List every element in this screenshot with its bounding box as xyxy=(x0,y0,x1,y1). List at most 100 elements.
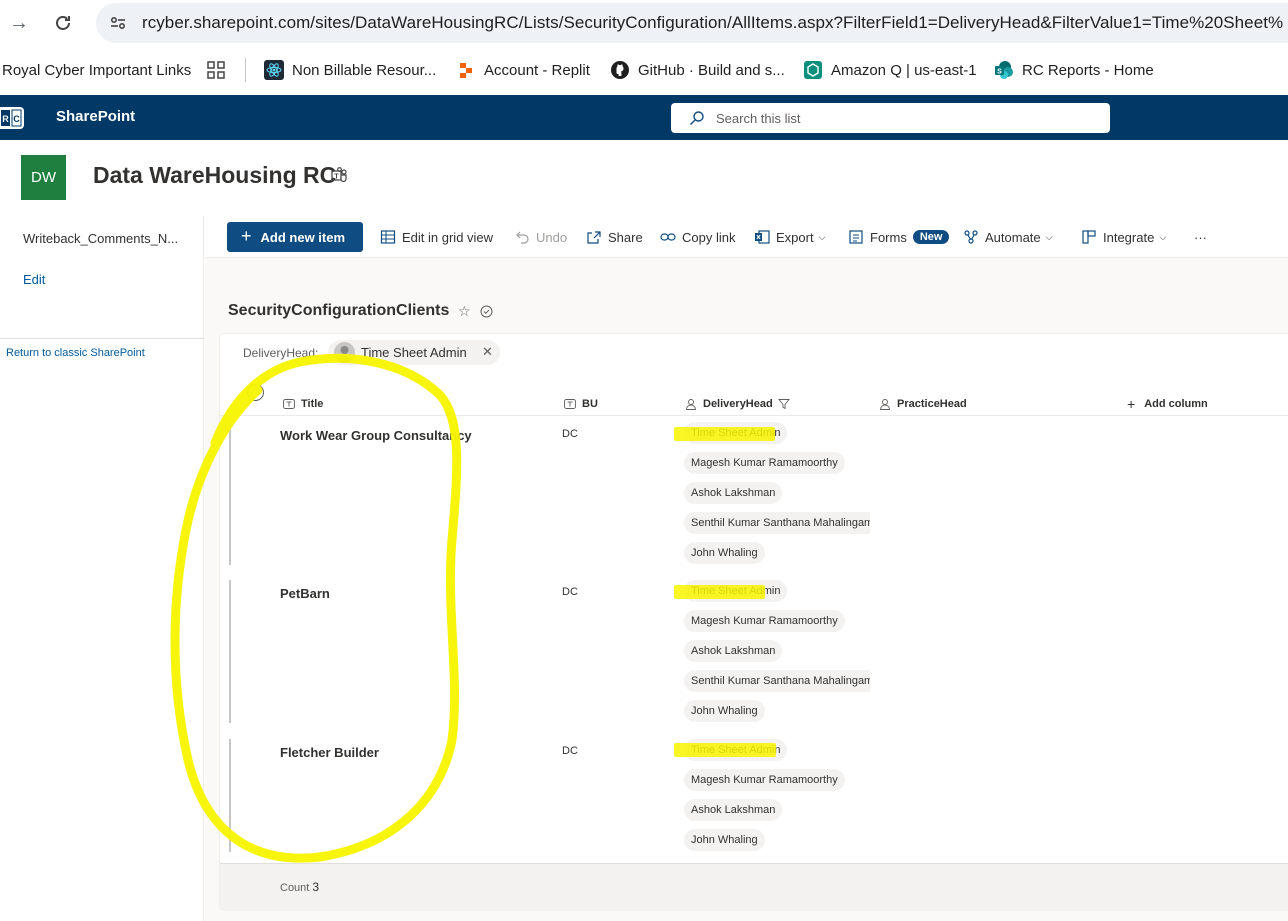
add-new-item-button[interactable]: + Add new item xyxy=(227,222,363,252)
url-text: rcyber.sharepoint.com/sites/DataWareHous… xyxy=(142,13,1284,32)
bookmark-non-billable[interactable]: Non Billable Resour... xyxy=(264,59,436,81)
text-field-icon xyxy=(564,399,576,409)
undo-button[interactable]: Undo xyxy=(514,228,567,246)
search-input[interactable]: Search this list xyxy=(716,111,801,126)
column-header-bu[interactable]: BU xyxy=(564,394,598,414)
select-all-checkbox[interactable] xyxy=(247,384,264,401)
column-header-deliveryhead[interactable]: DeliveryHead xyxy=(685,394,790,414)
amazon-q-icon xyxy=(803,60,823,80)
row-indicator xyxy=(229,739,231,852)
command-bar: + Add new item Edit in grid view Undo Sh… xyxy=(205,216,1288,258)
app-name[interactable]: SharePoint xyxy=(56,108,135,125)
svg-text:S: S xyxy=(997,69,1002,76)
rc-logo[interactable]: RC xyxy=(0,107,24,129)
nav-item-writeback[interactable]: Writeback_Comments_N... xyxy=(23,231,178,246)
sharepoint-icon: S xyxy=(994,60,1014,80)
filter-icon xyxy=(777,399,790,410)
github-icon xyxy=(610,60,630,80)
svg-text:T: T xyxy=(334,173,339,180)
table-row-bu: DC xyxy=(562,428,578,440)
row-indicator xyxy=(229,580,231,723)
react-icon xyxy=(264,60,284,80)
bookmark-royal-cyber[interactable]: Royal Cyber Important Links xyxy=(2,59,191,81)
bookmark-replit[interactable]: Account - Replit xyxy=(456,59,590,81)
person-icon xyxy=(686,399,696,410)
integrate-button[interactable]: Integrate ⌵ xyxy=(1081,228,1166,246)
filter-label: DeliveryHead: xyxy=(243,346,319,360)
count-value: 3 xyxy=(312,880,320,894)
bookmark-separator xyxy=(245,58,246,82)
close-icon[interactable]: ✕ xyxy=(482,344,493,360)
new-badge: New xyxy=(912,230,950,244)
automate-button[interactable]: Automate ⌵ xyxy=(963,228,1052,246)
person-chip[interactable]: Senthil Kumar Santhana Mahalingam xyxy=(684,670,870,692)
list-title[interactable]: SecurityConfigurationClients xyxy=(228,302,449,320)
person-chip[interactable]: John Whaling xyxy=(684,829,765,851)
teams-icon[interactable]: T xyxy=(330,166,348,184)
svg-text:C: C xyxy=(13,114,20,124)
count-footer: Count 3 xyxy=(220,863,1288,910)
address-bar[interactable]: rcyber.sharepoint.com/sites/DataWareHous… xyxy=(96,3,1288,43)
add-column-button[interactable]: + Add column xyxy=(1127,394,1208,414)
left-navigation: Writeback_Comments_N... Edit Return to c… xyxy=(0,216,204,921)
chevron-down-icon: ⌵ xyxy=(1159,231,1167,242)
search-box[interactable]: Search this list xyxy=(671,103,1110,133)
share-button[interactable]: Share xyxy=(586,228,643,246)
table-row-bu: DC xyxy=(562,586,578,598)
table-row-title[interactable]: PetBarn xyxy=(280,586,330,601)
bookmark-rc-reports[interactable]: S RC Reports - Home xyxy=(994,59,1154,81)
suite-bar: RC SharePoint Search this list xyxy=(0,95,1288,140)
highlight-mark xyxy=(674,743,776,757)
site-settings-icon[interactable] xyxy=(108,13,128,33)
forms-button[interactable]: Forms New xyxy=(848,228,950,246)
column-header-title[interactable]: Title xyxy=(283,394,323,414)
reload-icon[interactable] xyxy=(50,10,76,36)
person-chip[interactable]: Ashok Lakshman xyxy=(684,482,783,504)
export-button[interactable]: Export ⌵ xyxy=(754,228,825,246)
site-title[interactable]: Data WareHousing RC xyxy=(93,162,336,189)
plus-icon: + xyxy=(1127,396,1136,412)
person-chip[interactable]: Magesh Kumar Ramamoorthy xyxy=(684,769,845,791)
site-header: DW Data WareHousing RC T xyxy=(0,140,1288,216)
apps-grid-icon[interactable] xyxy=(207,59,225,81)
replit-icon xyxy=(456,60,476,80)
table-row-bu: DC xyxy=(562,745,578,757)
highlight-mark xyxy=(674,427,775,441)
link-icon xyxy=(660,233,676,241)
svg-text:R: R xyxy=(2,114,9,124)
person-chip[interactable]: Senthil Kumar Santhana Mahalingam xyxy=(684,512,870,534)
list-panel: DeliveryHead: Time Sheet Admin ✕ Title B… xyxy=(220,334,1288,910)
person-chip[interactable]: Magesh Kumar Ramamoorthy xyxy=(684,452,845,474)
back-arrow-icon[interactable]: → xyxy=(6,10,32,36)
text-field-icon xyxy=(283,399,295,409)
share-icon xyxy=(587,231,601,244)
count-label: Count 3 xyxy=(280,880,320,894)
chevron-down-icon: ⌵ xyxy=(818,231,826,242)
search-icon xyxy=(689,110,705,126)
return-to-classic-link[interactable]: Return to classic SharePoint xyxy=(6,347,145,359)
header-divider xyxy=(220,415,1288,416)
edit-grid-button[interactable]: Edit in grid view xyxy=(380,228,493,246)
copy-link-button[interactable]: Copy link xyxy=(660,228,735,246)
person-chip[interactable]: Ashok Lakshman xyxy=(684,799,783,821)
table-row-title[interactable]: Fletcher Builder xyxy=(280,745,379,760)
bookmark-github[interactable]: GitHub · Build and s... xyxy=(610,59,785,81)
more-options-button[interactable]: ··· xyxy=(1194,228,1207,246)
check-circle-icon[interactable] xyxy=(480,305,493,318)
browser-address-row: → rcyber.sharepoint.com/sites/DataWareHo… xyxy=(0,0,1288,47)
person-chip[interactable]: Ashok Lakshman xyxy=(684,640,783,662)
nav-edit-link[interactable]: Edit xyxy=(23,272,45,287)
table-row-title[interactable]: Work Wear Group Consultancy xyxy=(280,428,472,443)
person-chip[interactable]: Magesh Kumar Ramamoorthy xyxy=(684,610,845,632)
bookmark-amazon-q[interactable]: Amazon Q | us-east-1 xyxy=(803,59,977,81)
automate-icon xyxy=(964,230,978,244)
nav-divider xyxy=(0,338,204,339)
site-logo[interactable]: DW xyxy=(21,155,66,200)
undo-icon xyxy=(516,231,529,244)
person-chip[interactable]: John Whaling xyxy=(684,700,765,722)
person-chip[interactable]: John Whaling xyxy=(684,542,765,564)
column-header-practicehead[interactable]: PracticeHead xyxy=(879,394,967,414)
filter-pill[interactable]: Time Sheet Admin ✕ xyxy=(328,340,500,365)
integrate-icon xyxy=(1082,230,1096,244)
favorite-star-icon[interactable]: ☆ xyxy=(458,303,471,320)
